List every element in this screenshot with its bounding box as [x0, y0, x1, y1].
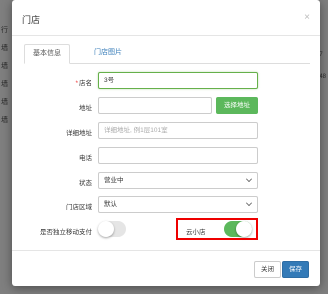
tab-bar: 基本信息 门店图片	[24, 44, 310, 64]
close-icon[interactable]: ×	[304, 12, 310, 23]
area-select[interactable]: 默认	[98, 196, 258, 213]
area-value: 默认	[104, 201, 117, 208]
area-label: 门店区域	[66, 204, 92, 211]
form-row-area: 门店区域 默认	[12, 196, 320, 214]
modal-footer: 关闭 保存	[12, 250, 320, 286]
name-input[interactable]: 3号	[98, 72, 258, 89]
toggle-knob	[98, 221, 114, 237]
form-row-detail-address: 详细地址 详细地址, 例1层101室	[12, 122, 320, 140]
status-label: 状态	[79, 180, 92, 187]
form-row-phone: 电话	[12, 147, 320, 165]
form-row-status: 状态 营业中	[12, 172, 320, 190]
detail-address-input[interactable]: 详细地址, 例1层101室	[98, 122, 258, 139]
chevron-down-icon	[246, 176, 252, 182]
status-value: 营业中	[104, 177, 124, 184]
store-modal: 门店 × 基本信息 门店图片 *店名 3号 地址 选择地址 详细地址 详细地址,…	[12, 0, 320, 286]
detail-address-label: 详细地址	[66, 130, 92, 137]
required-mark: *	[75, 80, 78, 87]
phone-label: 电话	[79, 155, 92, 162]
form-row-name: *店名 3号	[12, 72, 320, 90]
form-row-toggles: 是否独立移动支付 云小店	[12, 221, 320, 239]
address-label: 地址	[79, 105, 92, 112]
save-button[interactable]: 保存	[282, 261, 309, 278]
chevron-down-icon	[246, 200, 252, 206]
modal-header: 门店 ×	[12, 0, 320, 36]
tab-store-images[interactable]: 门店图片	[86, 44, 130, 64]
select-address-button[interactable]: 选择地址	[216, 97, 258, 114]
status-select[interactable]: 营业中	[98, 172, 258, 189]
highlight-annotation-box	[176, 218, 258, 240]
modal-title: 门店	[22, 15, 41, 25]
form-row-address: 地址 选择地址	[12, 97, 320, 115]
tab-basic-info[interactable]: 基本信息	[24, 44, 70, 64]
name-label: *店名	[75, 80, 92, 87]
mobile-pay-toggle[interactable]	[98, 221, 126, 237]
phone-input[interactable]	[98, 147, 258, 164]
mobile-pay-label: 是否独立移动支付	[40, 229, 92, 236]
close-button[interactable]: 关闭	[254, 261, 281, 278]
address-input[interactable]	[98, 97, 212, 114]
